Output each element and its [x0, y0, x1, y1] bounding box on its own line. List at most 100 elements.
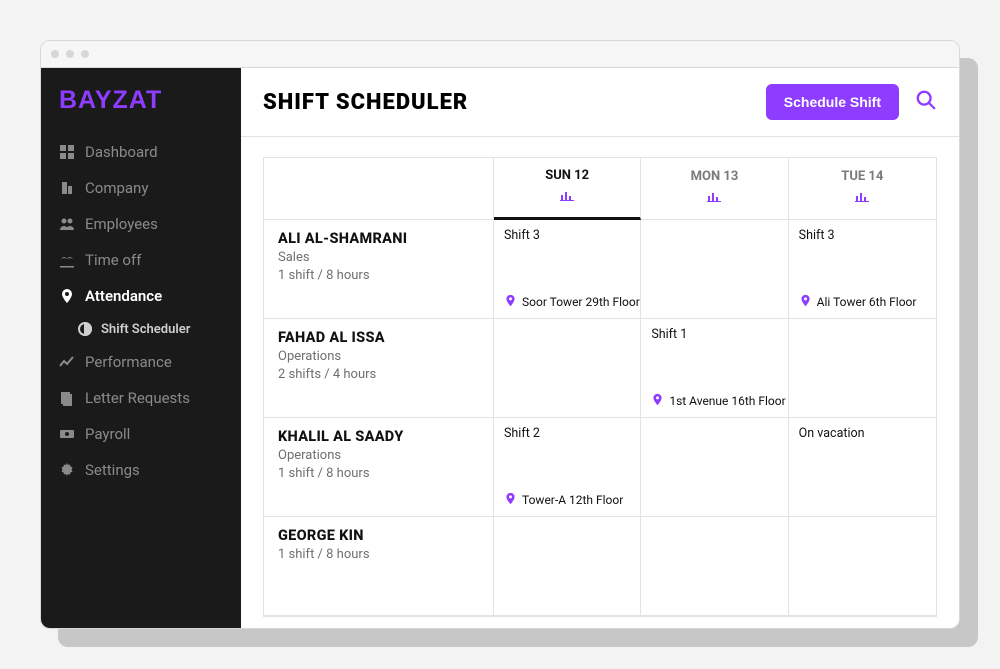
- shift-title: Shift 3: [504, 228, 630, 243]
- shift-title: Shift 1: [651, 327, 777, 342]
- schedule-row: FAHAD AL ISSA Operations 2 shifts / 4 ho…: [264, 319, 936, 418]
- bar-chart-icon: [559, 187, 575, 207]
- shift-cell[interactable]: Shift 2 Tower-A 12th Floor: [494, 418, 641, 517]
- employee-cell[interactable]: KHALIL AL SAADY Operations 1 shift / 8 h…: [264, 418, 494, 517]
- sidebar-item-performance[interactable]: Performance: [41, 345, 241, 379]
- schedule-shift-button[interactable]: Schedule Shift: [766, 84, 899, 120]
- traffic-light-close[interactable]: [51, 50, 59, 58]
- vacation-status: On vacation: [799, 426, 926, 441]
- sidebar-item-label: Employees: [85, 215, 158, 233]
- sidebar-item-attendance[interactable]: Attendance: [41, 279, 241, 313]
- location-text: Soor Tower 29th Floor: [522, 295, 640, 309]
- location-text: 1st Avenue 16th Floor: [669, 394, 785, 408]
- main: SHIFT SCHEDULER Schedule Shift SUN 12: [241, 68, 959, 628]
- shift-cell[interactable]: [494, 517, 641, 616]
- employee-summary: 1 shift / 8 hours: [278, 268, 479, 283]
- traffic-light-min[interactable]: [66, 50, 74, 58]
- location-pin-icon: [799, 294, 812, 310]
- location-pin-icon: [504, 294, 517, 310]
- location-text: Tower-A 12th Floor: [522, 493, 623, 507]
- shift-location: Ali Tower 6th Floor: [799, 294, 917, 310]
- sidebar-subitem-shift-scheduler[interactable]: Shift Scheduler: [41, 315, 241, 343]
- column-header-tue[interactable]: TUE 14: [789, 158, 936, 220]
- palm-icon: [59, 252, 75, 268]
- window-titlebar: [41, 41, 959, 68]
- dashboard-icon: [59, 144, 75, 160]
- shift-cell[interactable]: [641, 517, 788, 616]
- shift-cell[interactable]: Shift 3 Soor Tower 29th Floor: [494, 220, 641, 319]
- sidebar-item-letters[interactable]: Letter Requests: [41, 381, 241, 415]
- half-circle-icon: [77, 321, 93, 337]
- shift-cell-vacation[interactable]: On vacation: [789, 418, 936, 517]
- sidebar-item-label: Time off: [85, 251, 141, 269]
- shift-location: Tower-A 12th Floor: [504, 492, 623, 508]
- shift-location: Soor Tower 29th Floor: [504, 294, 640, 310]
- employee-dept: Sales: [278, 250, 479, 265]
- employee-name: ALI AL-SHAMRANI: [278, 230, 479, 247]
- sidebar-item-label: Letter Requests: [85, 389, 190, 407]
- sidebar-item-label: Company: [85, 179, 148, 197]
- sidebar-item-company[interactable]: Company: [41, 171, 241, 205]
- sidebar-subitem-label: Shift Scheduler: [101, 322, 190, 337]
- shift-cell[interactable]: [789, 319, 936, 418]
- shift-title: Shift 3: [799, 228, 926, 243]
- bar-chart-icon: [854, 188, 870, 208]
- employee-cell[interactable]: FAHAD AL ISSA Operations 2 shifts / 4 ho…: [264, 319, 494, 418]
- sidebar-nav: Dashboard Company Employees: [41, 135, 241, 487]
- sidebar-item-timeoff[interactable]: Time off: [41, 243, 241, 277]
- shift-cell[interactable]: [494, 319, 641, 418]
- shift-cell[interactable]: Shift 1 1st Avenue 16th Floor: [641, 319, 788, 418]
- people-icon: [59, 216, 75, 232]
- column-label: MON 13: [691, 169, 739, 184]
- sidebar-item-label: Attendance: [85, 287, 162, 305]
- shift-cell[interactable]: Shift 3 Ali Tower 6th Floor: [789, 220, 936, 319]
- schedule-grid: SUN 12 MON 13 TUE 14: [263, 157, 937, 617]
- shift-cell[interactable]: [641, 220, 788, 319]
- employee-cell[interactable]: GEORGE KIN 1 shift / 8 hours: [264, 517, 494, 616]
- traffic-light-max[interactable]: [81, 50, 89, 58]
- sidebar: BAYZAT Dashboard Company: [41, 68, 241, 628]
- app-window: BAYZAT Dashboard Company: [40, 40, 960, 629]
- employee-name: GEORGE KIN: [278, 527, 479, 544]
- trend-icon: [59, 354, 75, 370]
- shift-location: 1st Avenue 16th Floor: [651, 393, 785, 409]
- page-header: SHIFT SCHEDULER Schedule Shift: [241, 68, 959, 137]
- sidebar-item-settings[interactable]: Settings: [41, 453, 241, 487]
- column-header-sun[interactable]: SUN 12: [494, 158, 641, 220]
- employee-summary: 1 shift / 8 hours: [278, 466, 479, 481]
- shift-cell[interactable]: [789, 517, 936, 616]
- sidebar-item-label: Settings: [85, 461, 140, 479]
- sidebar-item-label: Performance: [85, 353, 172, 371]
- employee-summary: 1 shift / 8 hours: [278, 547, 479, 562]
- search-icon[interactable]: [915, 89, 937, 115]
- shift-title: Shift 2: [504, 426, 630, 441]
- employee-name: FAHAD AL ISSA: [278, 329, 479, 346]
- column-label: TUE 14: [841, 169, 883, 184]
- schedule-row: KHALIL AL SAADY Operations 1 shift / 8 h…: [264, 418, 936, 517]
- schedule-row: GEORGE KIN 1 shift / 8 hours: [264, 517, 936, 616]
- sidebar-item-payroll[interactable]: Payroll: [41, 417, 241, 451]
- employee-summary: 2 shifts / 4 hours: [278, 367, 479, 382]
- location-pin-icon: [651, 393, 664, 409]
- bar-chart-icon: [706, 188, 722, 208]
- employee-cell[interactable]: ALI AL-SHAMRANI Sales 1 shift / 8 hours: [264, 220, 494, 319]
- employee-name: KHALIL AL SAADY: [278, 428, 479, 445]
- letter-icon: [59, 390, 75, 406]
- cash-icon: [59, 426, 75, 442]
- employee-dept: Operations: [278, 349, 479, 364]
- location-pin-icon: [504, 492, 517, 508]
- map-pin-icon: [59, 288, 75, 304]
- gear-icon: [59, 462, 75, 478]
- schedule-row: ALI AL-SHAMRANI Sales 1 shift / 8 hours …: [264, 220, 936, 319]
- sidebar-item-dashboard[interactable]: Dashboard: [41, 135, 241, 169]
- page-title: SHIFT SCHEDULER: [263, 90, 468, 115]
- column-label: SUN 12: [545, 168, 589, 183]
- building-icon: [59, 180, 75, 196]
- column-header-mon[interactable]: MON 13: [641, 158, 788, 220]
- location-text: Ali Tower 6th Floor: [817, 295, 917, 309]
- sidebar-item-label: Payroll: [85, 425, 130, 443]
- brand-logo: BAYZAT: [41, 86, 241, 129]
- employee-dept: Operations: [278, 448, 479, 463]
- shift-cell[interactable]: [641, 418, 788, 517]
- sidebar-item-employees[interactable]: Employees: [41, 207, 241, 241]
